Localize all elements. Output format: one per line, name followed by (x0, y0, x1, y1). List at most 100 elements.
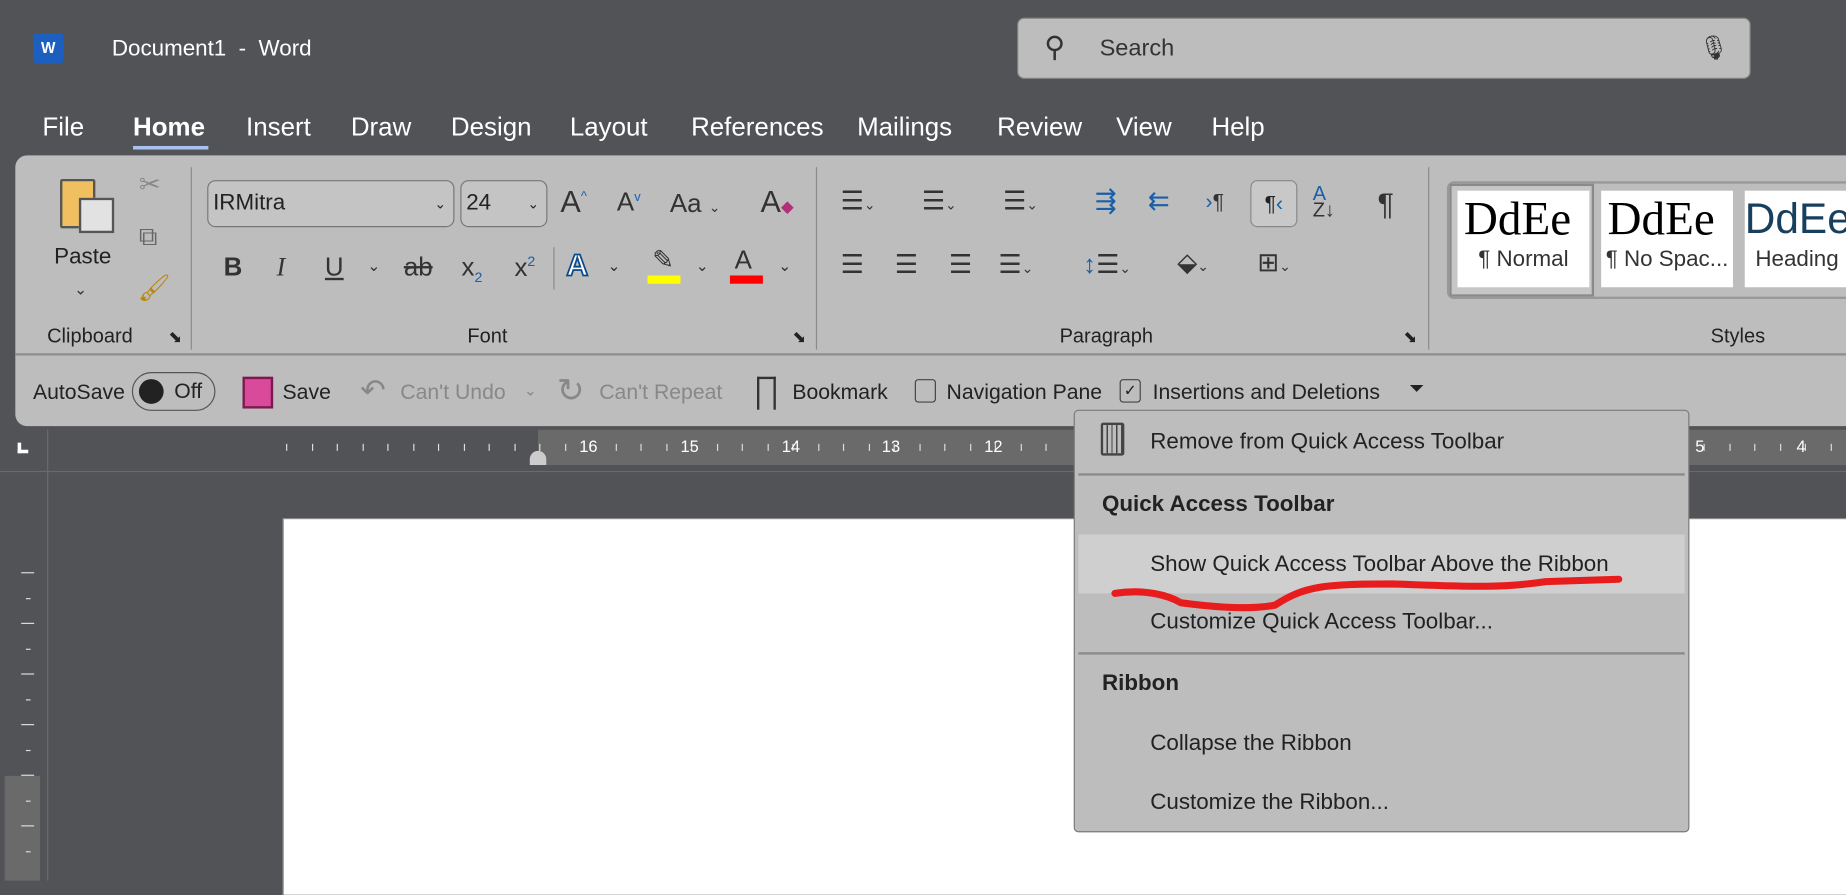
chevron-down-icon[interactable]: ⌄ (367, 257, 380, 276)
numbering-icon[interactable]: ☰⌄ (922, 188, 957, 214)
line-spacing-icon[interactable]: ↕☰⌄ (1083, 251, 1131, 278)
text-effects-icon[interactable]: A (565, 249, 589, 281)
menu-item-collapse-ribbon[interactable]: Collapse the Ribbon (1150, 731, 1351, 757)
navigation-pane-checkbox[interactable] (914, 379, 936, 403)
group-separator (815, 167, 818, 350)
tab-insert[interactable]: Insert (246, 112, 311, 143)
ruler-tick (969, 443, 971, 451)
menu-header-ribbon: Ribbon (1101, 671, 1179, 696)
ruler-tick (25, 648, 31, 650)
ruler-tick (1020, 443, 1022, 451)
ruler-number: 14 (781, 436, 801, 456)
paste-button[interactable]: Paste (54, 245, 111, 271)
subscript-icon[interactable]: x2 (462, 254, 483, 285)
ruler-tick (640, 443, 642, 451)
ruler-corner-tab-icon[interactable] (17, 442, 29, 454)
autosave-label: AutoSave (32, 380, 125, 404)
clear-formatting-icon[interactable]: A◆ (761, 186, 794, 217)
italic-icon[interactable]: I (277, 254, 286, 280)
tab-file[interactable]: File (42, 112, 84, 143)
insertions-deletions-label[interactable]: Insertions and Deletions (1153, 380, 1380, 405)
strikethrough-icon[interactable]: ab (404, 254, 433, 280)
search-box[interactable]: ⚲ Search 🎙︎ (1017, 17, 1751, 79)
tab-design[interactable]: Design (451, 112, 532, 143)
chevron-down-icon[interactable]: ⌄ (778, 257, 791, 276)
tab-mailings[interactable]: Mailings (857, 112, 952, 143)
superscript-icon[interactable]: x2 (514, 254, 535, 280)
decrease-indent-icon[interactable]: ⇶ (1095, 188, 1117, 214)
show-marks-icon[interactable]: ¶ (1377, 188, 1393, 219)
autosave-toggle[interactable]: Off (131, 372, 216, 411)
toggle-knob (138, 379, 164, 404)
highlight-icon[interactable]: ✎ (652, 247, 674, 273)
style-normal[interactable]: DdEe ¶ Normal (1457, 190, 1590, 288)
chevron-down-icon[interactable]: ⌄ (527, 195, 539, 211)
font-name-combo[interactable]: IRMitra ⌄ (207, 180, 455, 228)
menu-item-customize-qat[interactable]: Customize Quick Access Toolbar... (1150, 610, 1493, 636)
bookmark-button[interactable]: Bookmark (792, 380, 887, 405)
save-button[interactable]: Save (283, 380, 331, 405)
chevron-down-icon[interactable]: ⌄ (696, 257, 709, 276)
menu-separator (1078, 652, 1685, 655)
shrink-font-icon[interactable]: Av (617, 189, 641, 216)
tab-view[interactable]: View (1116, 112, 1172, 143)
ruler-tick (387, 443, 389, 451)
vertical-ruler-divider (47, 429, 49, 881)
style-no-spacing[interactable]: DdEe ¶ No Spac... (1601, 190, 1733, 288)
format-painter-icon[interactable]: 🖌︎ (138, 275, 171, 301)
microphone-icon[interactable]: 🎙︎ (1699, 33, 1729, 62)
chevron-down-icon[interactable]: ⌄ (434, 195, 446, 211)
borders-icon[interactable]: ⊞⌄ (1257, 249, 1291, 276)
center-icon[interactable]: ☰ (895, 251, 918, 278)
navigation-pane-label[interactable]: Navigation Pane (947, 380, 1103, 405)
chevron-down-icon[interactable]: ⌄ (607, 257, 620, 276)
dialog-launcher-icon[interactable]: ⬊ (168, 327, 182, 347)
tab-home[interactable]: Home (133, 112, 205, 143)
sort-icon[interactable]: A Z↓ (1313, 184, 1335, 220)
ltr-icon[interactable]: ›¶ (1206, 191, 1224, 212)
tab-references[interactable]: References (691, 112, 823, 143)
rtl-button[interactable]: ¶‹ (1250, 180, 1298, 228)
menu-item-customize-ribbon[interactable]: Customize the Ribbon... (1150, 790, 1389, 816)
ruler-tick (513, 443, 516, 451)
tab-review[interactable]: Review (997, 112, 1082, 143)
indent-marker[interactable] (529, 450, 547, 466)
styles-group-label: Styles (1710, 324, 1766, 348)
insertions-deletions-checkbox[interactable]: ✓ (1119, 379, 1141, 403)
dialog-launcher-icon[interactable]: ⬊ (792, 327, 806, 347)
paste-chevron-icon[interactable]: ⌄ (74, 280, 87, 299)
font-size-combo[interactable]: 24 ⌄ (460, 180, 548, 228)
search-placeholder: Search (1099, 35, 1175, 62)
style-heading[interactable]: DdEe Heading (1744, 190, 1846, 288)
save-icon[interactable] (242, 376, 274, 409)
dialog-launcher-icon[interactable]: ⬊ (1403, 327, 1417, 347)
underline-icon[interactable]: U (325, 254, 344, 280)
ruler-tick (741, 443, 743, 451)
tab-help[interactable]: Help (1211, 112, 1264, 143)
increase-indent-icon[interactable]: ⇇ (1148, 188, 1170, 214)
menu-header-qat: Quick Access Toolbar (1101, 492, 1335, 517)
ruler-tick (362, 443, 364, 451)
change-case-icon[interactable]: Aa ⌄ (670, 190, 721, 217)
bookmark-icon[interactable] (757, 376, 776, 410)
qat-customize-dropdown-icon[interactable]: ⏷ (1409, 379, 1424, 400)
ruler-tick (437, 443, 440, 451)
align-left-icon[interactable]: ☰ (841, 251, 864, 278)
bold-icon[interactable]: B (224, 254, 243, 280)
cut-icon: ✂ (138, 169, 161, 199)
tab-draw[interactable]: Draw (351, 112, 411, 143)
grow-font-icon[interactable]: A^ (560, 186, 587, 217)
align-right-icon[interactable]: ☰ (949, 251, 972, 278)
bullets-icon[interactable]: ☰⌄ (841, 188, 876, 214)
multilevel-list-icon[interactable]: ☰⌄ (1003, 188, 1038, 214)
paste-doc-icon (78, 197, 115, 234)
style-name: ¶ Normal (1478, 247, 1569, 272)
menu-item-remove-from-qat[interactable]: Remove from Quick Access Toolbar (1150, 430, 1504, 456)
font-color-icon[interactable]: A (735, 247, 752, 273)
copy-icon[interactable]: ⧉ (139, 223, 158, 250)
ruler-tick (463, 443, 465, 451)
ruler-number: 4 (1796, 436, 1806, 456)
tab-layout[interactable]: Layout (570, 112, 648, 143)
justify-icon[interactable]: ☰⌄ (998, 251, 1033, 278)
shading-icon[interactable]: ⬙⌄ (1177, 249, 1209, 276)
